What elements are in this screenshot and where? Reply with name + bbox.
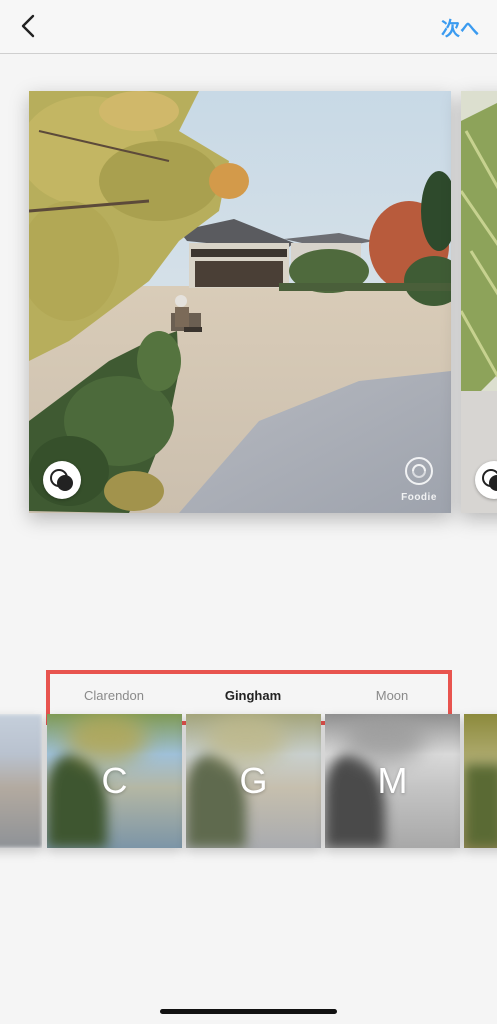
foodie-watermark: Foodie — [395, 456, 443, 503]
filter-thumbnail-moon[interactable]: M — [325, 714, 460, 848]
photo-preview[interactable]: Foodie — [29, 91, 451, 513]
home-indicator[interactable] — [160, 1009, 337, 1014]
filter-name-row: Clarendon Gingham Moon — [53, 677, 445, 717]
palm-photo — [461, 91, 497, 513]
filter-thumbnail-letter: M — [377, 760, 408, 801]
chevron-left-icon — [21, 14, 35, 38]
multi-select-icon[interactable] — [43, 461, 81, 499]
garden-photo — [29, 91, 451, 513]
filter-thumbnail-letter: G — [239, 760, 268, 801]
filter-name-moon[interactable]: Moon — [376, 688, 409, 703]
next-button[interactable]: 次へ — [441, 14, 479, 41]
foodie-logo-icon — [405, 457, 433, 485]
filter-name-clarendon[interactable]: Clarendon — [84, 688, 144, 703]
filter-thumbnail-letter: C — [101, 760, 128, 801]
back-button[interactable] — [14, 10, 44, 42]
filter-screen: 次へ Foodie Clarendon Gingham Moon C G M — [0, 0, 497, 1024]
next-photo-preview[interactable] — [461, 91, 497, 513]
filter-thumbnail-clarendon[interactable]: C — [47, 714, 182, 848]
filter-name-gingham[interactable]: Gingham — [225, 688, 281, 703]
filter-thumbnail-gingham[interactable]: G — [186, 714, 321, 848]
multi-select-icon[interactable] — [475, 461, 497, 499]
watermark-text: Foodie — [401, 492, 437, 503]
filter-thumbnail-next[interactable] — [464, 714, 497, 848]
top-navigation-bar: 次へ — [0, 0, 497, 54]
filter-thumbnail-normal[interactable] — [0, 714, 42, 848]
